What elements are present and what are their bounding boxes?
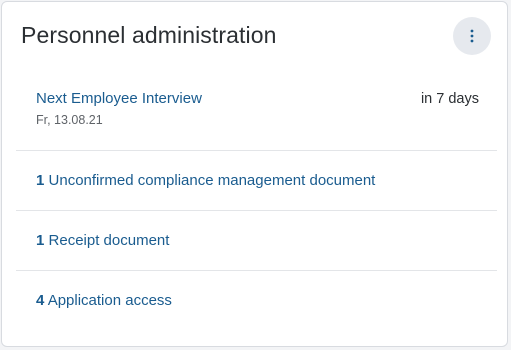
card-title: Personnel administration — [21, 22, 277, 48]
more-options-button[interactable] — [453, 17, 491, 55]
receipt-count: 1 — [36, 232, 45, 249]
receipt-document-link[interactable]: 1 Receipt document — [36, 232, 169, 249]
compliance-count: 1 — [36, 172, 45, 189]
vertical-dots-icon — [470, 29, 474, 43]
receipt-label: Receipt document — [48, 232, 170, 249]
compliance-label: Unconfirmed compliance management docume… — [48, 172, 376, 189]
application-access-link[interactable]: 4 Application access — [36, 292, 172, 309]
application-access-label: Application access — [47, 292, 172, 309]
list-item-next-interview: Next Employee Interview Fr, 13.08.21 in … — [16, 78, 497, 148]
application-access-count: 4 — [36, 292, 45, 309]
list-item-application-access: 4 Application access — [16, 271, 497, 331]
list-item-compliance-documents: 1 Unconfirmed compliance management docu… — [16, 151, 497, 211]
list-item-receipt-document: 1 Receipt document — [16, 211, 497, 271]
compliance-documents-link[interactable]: 1 Unconfirmed compliance management docu… — [36, 172, 375, 189]
interview-date: Fr, 13.08.21 — [36, 113, 103, 127]
next-interview-link[interactable]: Next Employee Interview — [36, 90, 202, 107]
personnel-administration-card: Personnel administration Next Employee I… — [1, 1, 508, 347]
interview-due-text: in 7 days — [420, 91, 479, 107]
